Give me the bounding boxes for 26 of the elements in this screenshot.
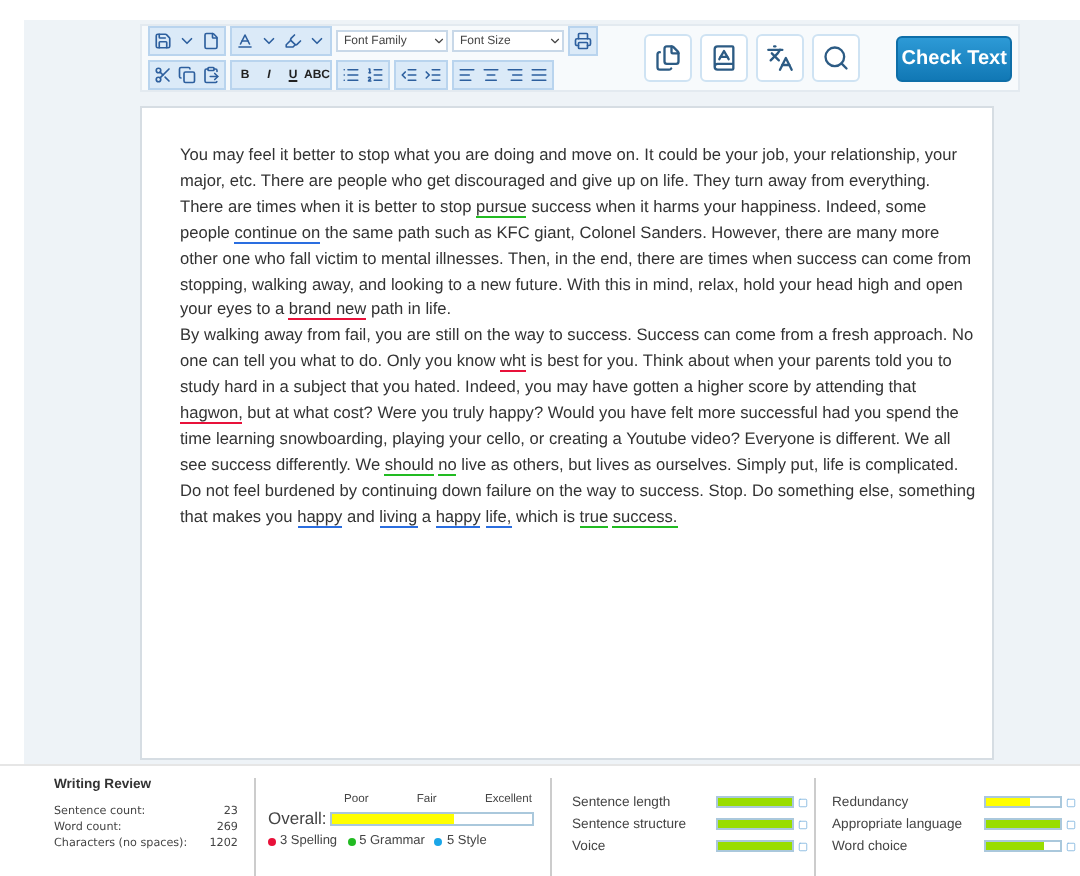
- search-icon[interactable]: [812, 34, 861, 82]
- caret-icon: [432, 34, 446, 48]
- align-right-icon[interactable]: [504, 64, 526, 86]
- copies-icon[interactable]: [643, 34, 692, 82]
- translate-icon[interactable]: [756, 34, 805, 82]
- editor-paragraph: By walking away from fail, you are still on the way to success. Success can come from a fresh approach. No one can tell you what to do. Only you know wht is best for you. Think about when your parents told you to study hard in a subject that you hated. Indeed, you may have gotten a higher score by attending that hagwon, but at what cost? Were you truly happy? Would you have felt more successful had you spend the time learning snowboarding, playing your cello, or creating a Youtube video? Everyone is different. We all see success differently. We should no live as others, but lives as ourselves. Simply put, life is complicated. Do not feel burdened by continuing down failure on the way to success. Stop. Do something else, something that makes you happy and living a happy life, which is true success.: [180, 322, 976, 530]
- paste-icon[interactable]: [200, 64, 222, 86]
- new-document-icon[interactable]: [200, 30, 222, 52]
- numbered-list-icon[interactable]: [364, 64, 386, 86]
- font-color-icon[interactable]: [234, 30, 256, 52]
- align-center-icon[interactable]: [480, 64, 502, 86]
- align-justify-icon[interactable]: [528, 64, 550, 86]
- print-icon[interactable]: [572, 30, 594, 52]
- highlighter-icon[interactable]: [282, 30, 304, 52]
- caret-icon: [548, 34, 562, 48]
- check-text-button[interactable]: Check Text: [896, 35, 1012, 81]
- text-editor[interactable]: [140, 106, 994, 760]
- outdent-icon[interactable]: [398, 64, 420, 86]
- save-icon[interactable]: [152, 30, 174, 52]
- overall-label: Overall:: [268, 808, 327, 828]
- letter-book-icon[interactable]: [699, 34, 748, 82]
- editor-paragraph: You may feel it better to stop what you are doing and move on. It could be your job, your relationship, your major, etc. There are people who get discouraged and give up on life. They turn away from everything. There are times when it is better to stop pursue success when it harms your happiness. Indeed, some people continue on the same path such as KFC giant, Colonel Sanders. However, there are many more other one who fall victim to mental illnesses. Then, in the end, there are times when success can come from stopping, walking away, and looking to a new future. With this in mind, relax, hold your head high and open your eyes to a brand new path in life.: [180, 142, 974, 323]
- cut-icon[interactable]: [152, 64, 174, 86]
- align-left-icon[interactable]: [456, 64, 478, 86]
- indent-icon[interactable]: [422, 64, 444, 86]
- copy-icon[interactable]: [176, 64, 198, 86]
